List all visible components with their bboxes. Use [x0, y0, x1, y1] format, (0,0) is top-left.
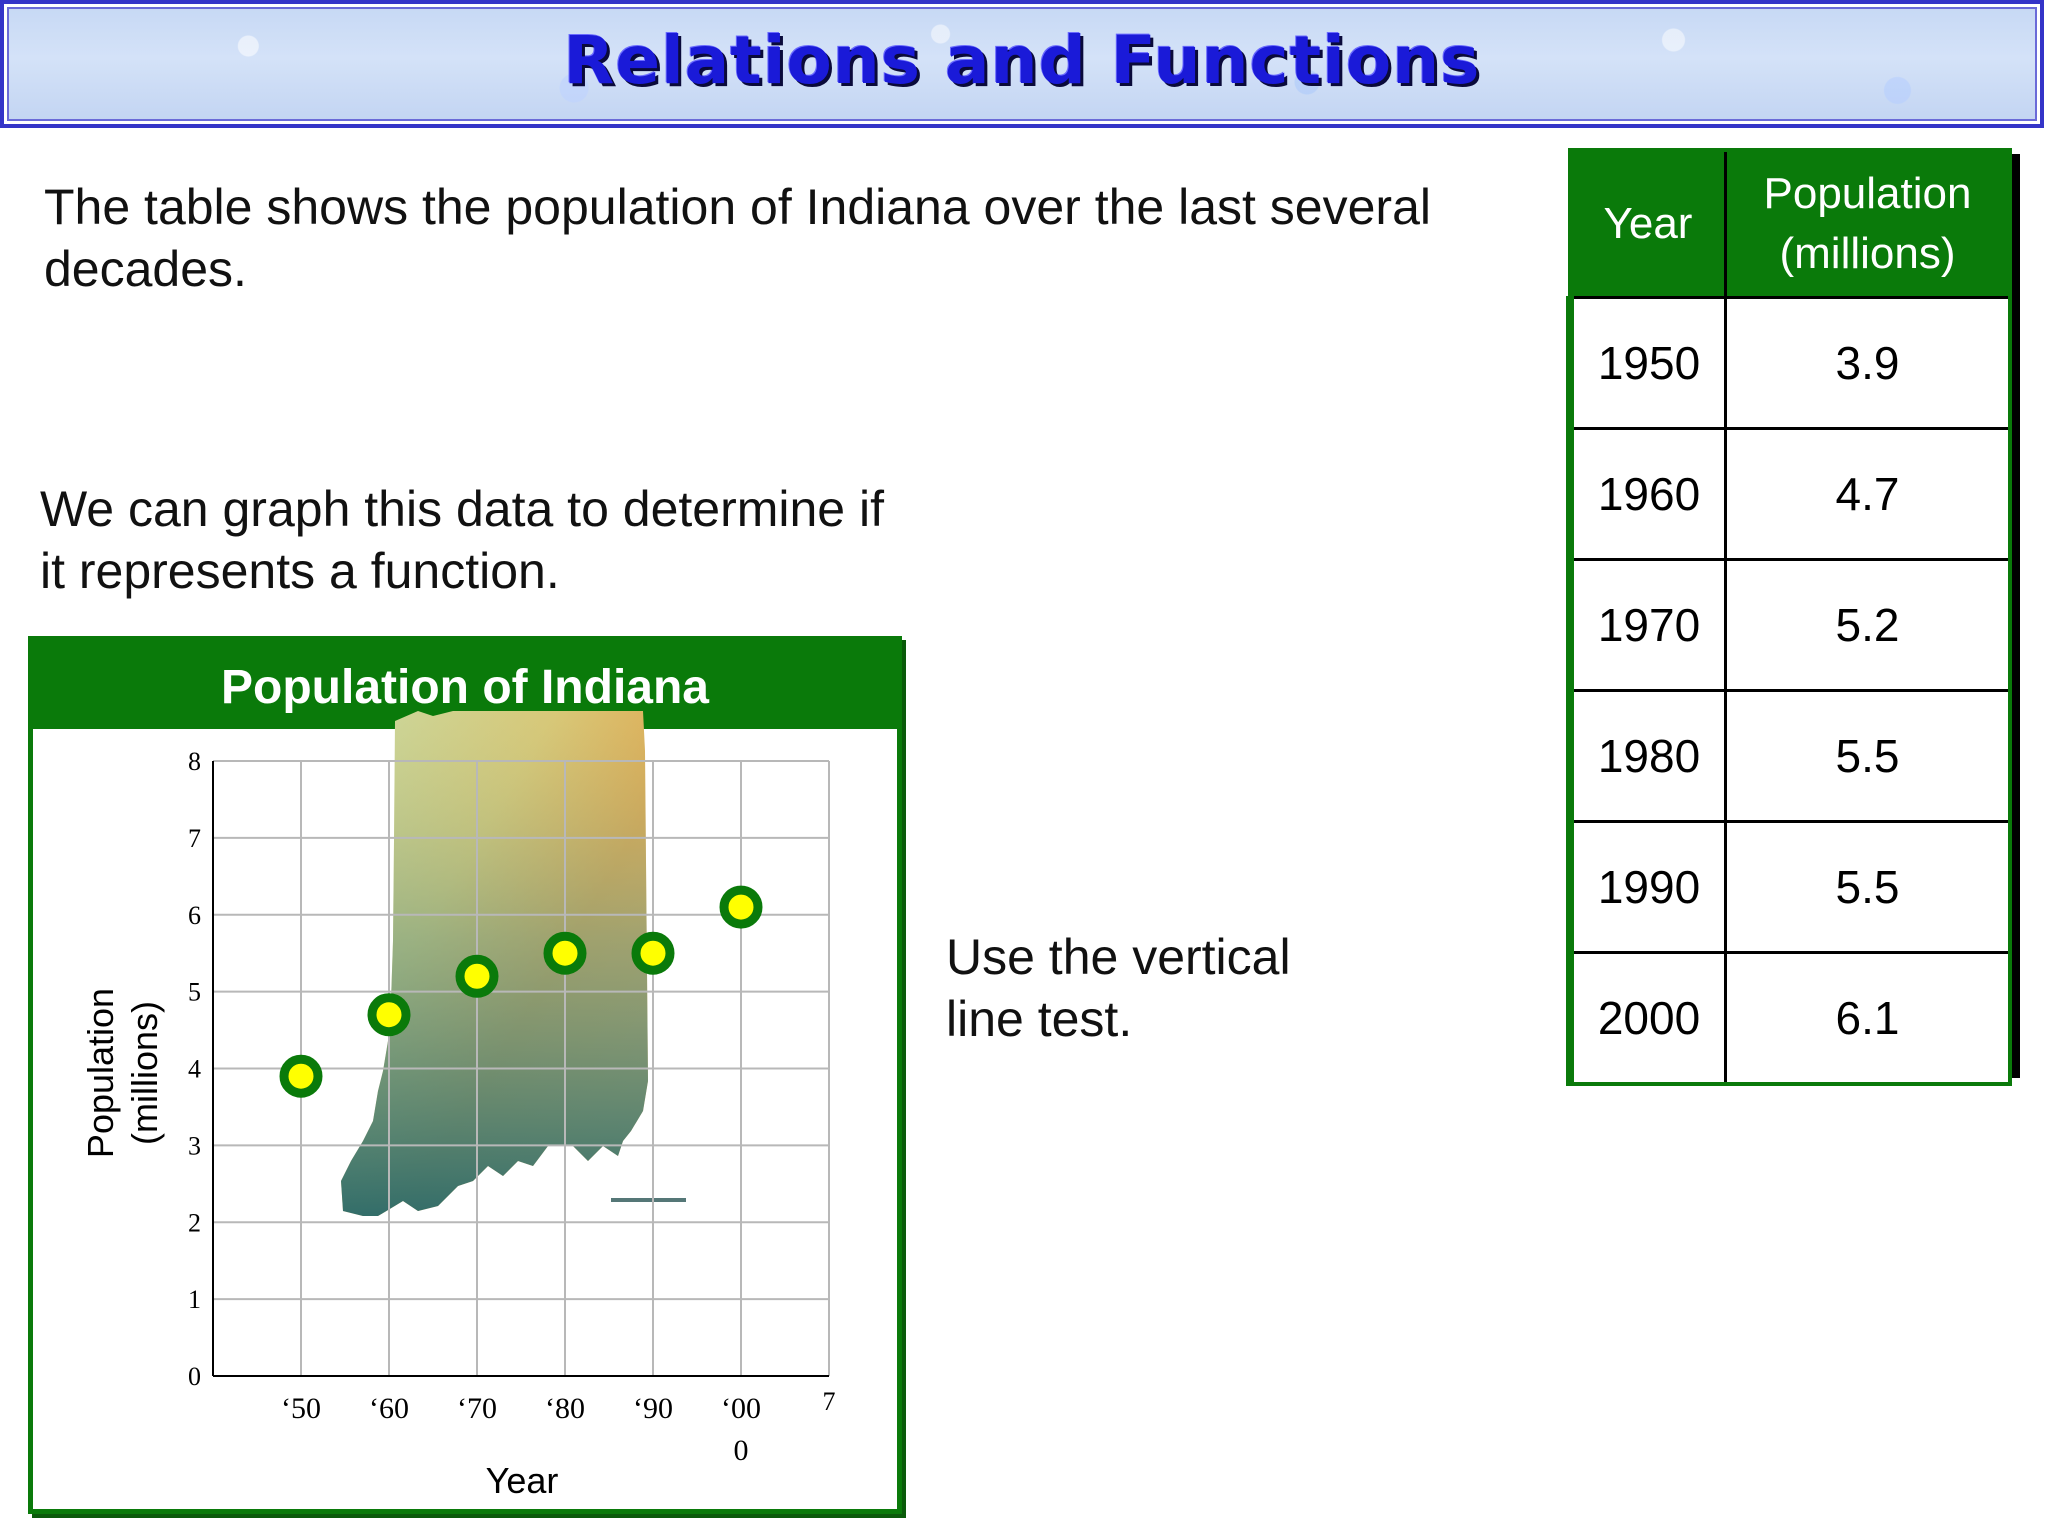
year-cell: 1970: [1566, 558, 1727, 691]
table-row: 1990 5.5: [1566, 820, 2010, 953]
x-tick-label-extra: 0: [734, 1434, 749, 1467]
year-cell: 1960: [1566, 427, 1727, 560]
population-table: Year Population (millions) 1950 3.9 1960 …: [1566, 148, 2012, 1086]
x-tick-label: ‘80: [545, 1392, 585, 1425]
year-cell: 2000: [1566, 951, 1727, 1084]
graph-instruction-text: We can graph this data to determine if i…: [40, 481, 884, 599]
y-tick-label: 1: [188, 1285, 201, 1314]
population-cell: 3.9: [1725, 296, 2010, 429]
data-point: [543, 931, 587, 975]
x-tick-label: ‘90: [633, 1392, 673, 1425]
population-cell: 5.2: [1725, 558, 2010, 691]
y-tick-label: 2: [188, 1208, 201, 1237]
x-tick-label: ‘70: [457, 1392, 497, 1425]
y-tick-label: 6: [188, 901, 201, 930]
y-axis-label-line2: (millions): [124, 1001, 165, 1145]
year-cell: 1950: [1566, 296, 1727, 429]
year-cell: 1980: [1566, 689, 1727, 822]
chart-card: Population of Indiana 0 1 2 3 4 5 6 7 8 ‘50 ‘60 ‘70…: [28, 636, 902, 1514]
y-tick-label: 5: [188, 978, 201, 1007]
year-cell: 1990: [1566, 820, 1727, 953]
table-header-row: Year Population (millions): [1570, 150, 2010, 298]
slide-title: Relations and Functions: [563, 22, 1481, 99]
y-tick-label: 3: [188, 1131, 201, 1160]
table-row: 1960 4.7: [1566, 427, 2010, 560]
header-population: Population (millions): [1725, 150, 2010, 298]
data-point: [367, 993, 411, 1037]
x-axis-label: Year: [486, 1460, 559, 1501]
header-year: Year: [1570, 150, 1727, 298]
y-tick-label: 4: [188, 1055, 201, 1084]
table-row: 1950 3.9: [1566, 296, 2010, 429]
y-axis-label-line1: Population: [80, 988, 121, 1158]
scatter-chart: 0 1 2 3 4 5 6 7 8 ‘50 ‘60 ‘70 ‘80 ‘90 ‘00 0 7 Population…: [80, 711, 836, 1501]
x-tick-label-extra: 7: [823, 1387, 836, 1416]
y-tick-label: 7: [188, 824, 201, 853]
y-tick-label: 8: [188, 747, 201, 776]
population-cell: 4.7: [1725, 427, 2010, 560]
population-cell: 6.1: [1725, 951, 2010, 1084]
population-cell: 5.5: [1725, 820, 2010, 953]
intro-text: The table shows the population of Indian…: [44, 179, 1431, 297]
table-row: 1970 5.2: [1566, 558, 2010, 691]
title-banner: Relations and Functions: [0, 0, 2044, 128]
data-point: [455, 954, 499, 998]
data-point: [631, 931, 675, 975]
vertical-line-test-text: Use the vertical line test.: [946, 929, 1291, 1047]
population-cell: 5.5: [1725, 689, 2010, 822]
table-row: 1980 5.5: [1566, 689, 2010, 822]
y-tick-label: 0: [188, 1362, 201, 1391]
x-tick-label: ‘60: [369, 1392, 409, 1425]
x-tick-label: ‘50: [281, 1392, 321, 1425]
table-row: 2000 6.1: [1566, 951, 2010, 1084]
data-point: [719, 885, 763, 929]
x-tick-label: ‘00: [721, 1392, 761, 1425]
data-point: [279, 1054, 323, 1098]
